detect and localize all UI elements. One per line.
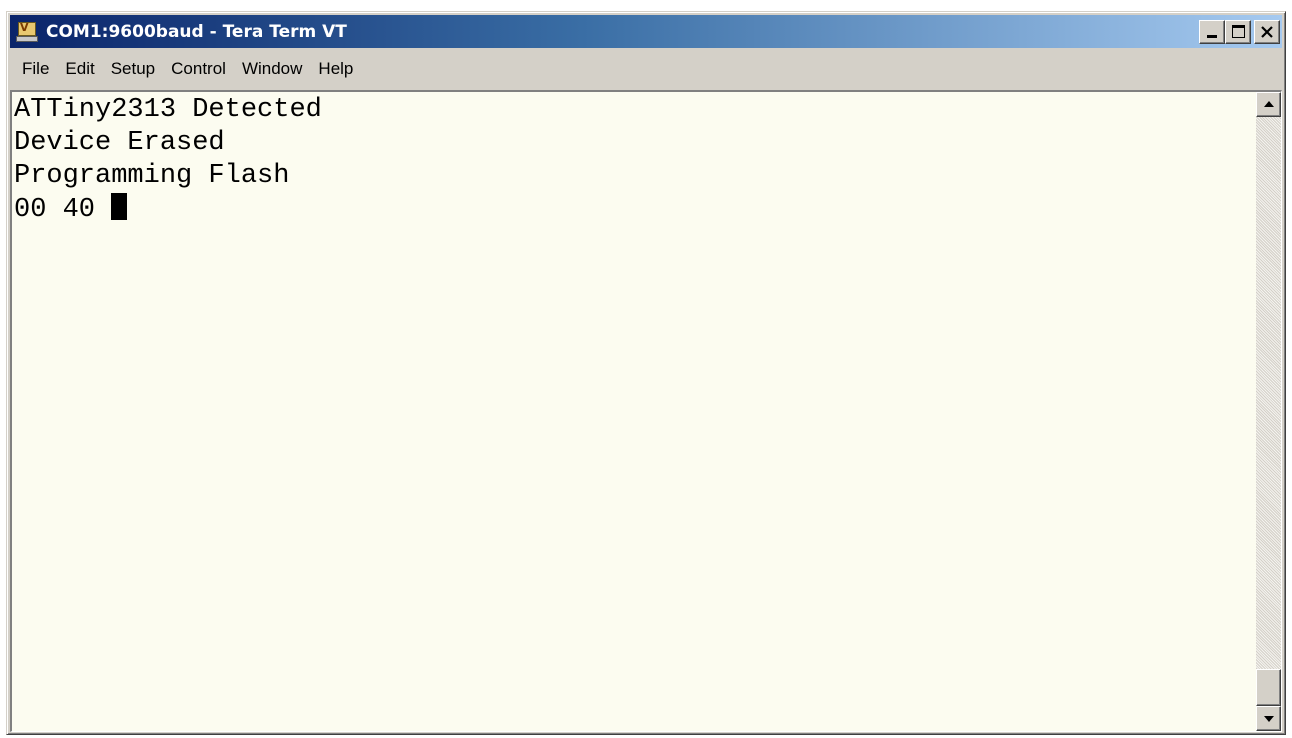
maximize-icon	[1232, 25, 1245, 38]
menu-window[interactable]: Window	[234, 55, 310, 83]
menu-control[interactable]: Control	[163, 55, 234, 83]
vertical-scrollbar[interactable]	[1256, 92, 1281, 731]
close-icon	[1261, 26, 1273, 38]
menu-file[interactable]: File	[14, 55, 57, 83]
arrow-up-icon	[1264, 101, 1274, 107]
terminal-line: Device Erased	[14, 128, 225, 158]
tera-term-window: COM1:9600baud - Tera Term VT File Edit S…	[6, 11, 1286, 735]
scroll-up-button[interactable]	[1256, 92, 1281, 117]
text-cursor	[111, 193, 128, 220]
caption-buttons	[1199, 20, 1280, 44]
tera-term-icon[interactable]	[16, 21, 38, 43]
terminal-line: ATTiny2313 Detected	[14, 95, 322, 125]
menu-setup[interactable]: Setup	[103, 55, 163, 83]
close-button[interactable]	[1254, 20, 1280, 44]
menu-edit[interactable]: Edit	[57, 55, 102, 83]
terminal-line-text: 00 40	[14, 195, 112, 225]
window-title: COM1:9600baud - Tera Term VT	[46, 21, 347, 42]
minimize-icon	[1207, 35, 1217, 38]
menu-help[interactable]: Help	[310, 55, 361, 83]
terminal-line: Programming Flash	[14, 161, 290, 191]
terminal-output[interactable]: ATTiny2313 Detected Device Erased Progra…	[12, 92, 1256, 731]
minimize-button[interactable]	[1199, 20, 1225, 44]
title-bar[interactable]: COM1:9600baud - Tera Term VT	[10, 15, 1282, 48]
menu-bar: File Edit Setup Control Window Help	[10, 50, 1282, 88]
terminal-line-current: 00 40	[14, 193, 1256, 226]
arrow-down-icon	[1264, 716, 1274, 722]
terminal-frame: ATTiny2313 Detected Device Erased Progra…	[10, 90, 1282, 732]
scrollbar-thumb[interactable]	[1256, 669, 1281, 706]
scroll-down-button[interactable]	[1256, 706, 1281, 731]
maximize-button[interactable]	[1225, 20, 1251, 44]
